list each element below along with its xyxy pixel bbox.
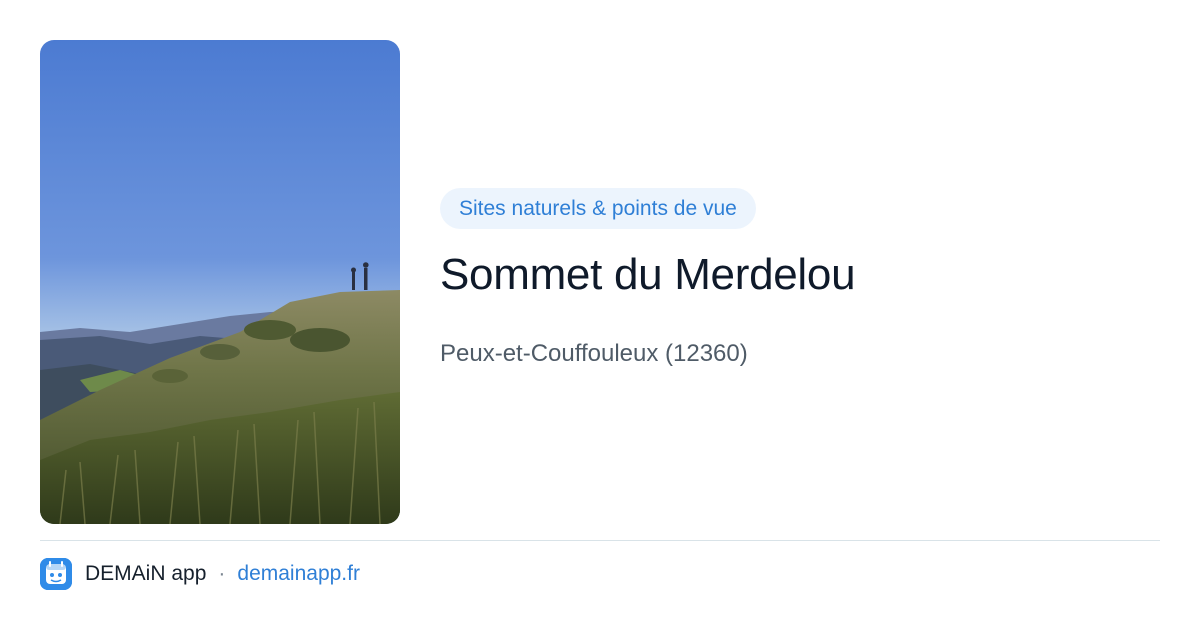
app-url-link[interactable]: demainapp.fr bbox=[237, 562, 360, 586]
app-name: DEMAiN app bbox=[85, 562, 207, 585]
share-card: Sites naturels & points de vue Sommet du… bbox=[0, 0, 1200, 630]
footer-divider bbox=[40, 540, 1160, 541]
category-badge[interactable]: Sites naturels & points de vue bbox=[440, 188, 756, 229]
footer: DEMAiN app · demainapp.fr bbox=[40, 557, 360, 591]
place-info: Sites naturels & points de vue Sommet du… bbox=[440, 188, 1160, 370]
demain-app-icon bbox=[40, 558, 72, 590]
place-location: Peux-et-Couffouleux (12360) bbox=[440, 340, 748, 367]
place-photo bbox=[40, 40, 400, 524]
footer-separator: · bbox=[218, 562, 226, 585]
place-title: Sommet du Merdelou bbox=[440, 250, 856, 299]
